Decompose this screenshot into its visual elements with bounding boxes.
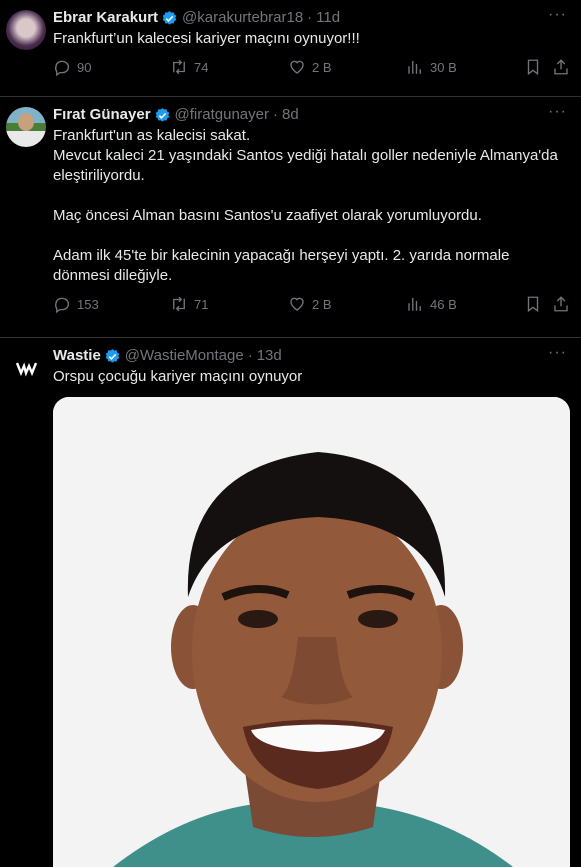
views-count: 46 B [430, 296, 457, 312]
views-count: 30 B [430, 59, 457, 75]
reply-button[interactable]: 153 [53, 295, 99, 313]
like-button[interactable]: 2 B [288, 295, 332, 313]
retweet-icon [173, 296, 185, 312]
retweet-button[interactable]: 74 [170, 58, 208, 76]
reply-button[interactable]: 90 [53, 58, 91, 76]
views-button[interactable]: 30 B [406, 58, 457, 76]
bookmark-icon [527, 296, 539, 313]
verified-badge-icon [155, 107, 169, 122]
action-bar: 153 71 2 B 46 B [53, 286, 568, 324]
bookmark-button[interactable] [524, 295, 542, 313]
more-options-icon[interactable]: ··· [548, 344, 567, 362]
share-button[interactable] [552, 58, 570, 76]
tweet-ebrar[interactable]: Ebrar Karakurt @karakurtebrar18 · 11d ··… [0, 0, 581, 97]
timestamp[interactable]: 8d [282, 105, 299, 125]
bookmark-icon [527, 59, 539, 76]
verified-badge-icon [105, 348, 120, 363]
more-options-icon[interactable]: ··· [548, 6, 567, 24]
dot-separator: · [272, 106, 278, 123]
author-name[interactable]: Ebrar Karakurt [53, 8, 158, 28]
retweet-count: 74 [194, 59, 209, 75]
share-icon [554, 59, 568, 75]
dot-separator: · [247, 347, 253, 364]
like-count: 2 B [312, 59, 332, 75]
author-name[interactable]: Fırat Günayer [53, 105, 151, 125]
author-handle[interactable]: @karakurtebrar18 [182, 8, 303, 28]
timestamp[interactable]: 11d [316, 8, 340, 28]
player-portrait-image [53, 397, 570, 867]
tweet-photo[interactable] [53, 397, 570, 867]
avatar[interactable] [6, 107, 46, 147]
tweet-text: Frankfurt'un as kalecisi sakat. Mevcut k… [53, 127, 558, 284]
views-icon [408, 298, 421, 311]
heart-icon [290, 297, 304, 311]
tweet-text: Frankfurt’un kalecesi kariyer maçını oyn… [53, 30, 360, 47]
reply-icon [55, 60, 70, 76]
tweet-text: Orspu çocuğu kariyer maçını oynuyor [53, 368, 303, 385]
retweet-button[interactable]: 71 [170, 295, 208, 313]
avatar[interactable] [6, 348, 46, 388]
tweet-firat[interactable]: Fırat Günayer @firatgunayer · 8d ··· Fra… [0, 97, 581, 338]
retweet-count: 71 [194, 296, 209, 312]
author-name[interactable]: Wastie [53, 346, 101, 366]
like-button[interactable]: 2 B [288, 58, 332, 76]
views-icon [408, 61, 421, 74]
avatar[interactable] [6, 10, 46, 50]
author-handle[interactable]: @firatgunayer [175, 105, 269, 125]
more-options-icon[interactable]: ··· [548, 103, 567, 121]
tweet-wastie[interactable]: Wastie @WastieMontage · 13d ··· Orspu ço… [0, 338, 581, 867]
action-bar: 90 74 2 B 30 B [53, 49, 568, 87]
views-button[interactable]: 46 B [406, 295, 457, 313]
reply-count: 153 [77, 296, 99, 312]
wastie-logo-icon [15, 362, 38, 377]
share-icon [554, 296, 568, 312]
verified-badge-icon [162, 10, 177, 25]
dot-separator: · [307, 9, 313, 26]
retweet-icon [173, 59, 185, 75]
reply-count: 90 [77, 59, 92, 75]
reply-icon [55, 297, 70, 313]
heart-icon [290, 60, 304, 74]
like-count: 2 B [312, 296, 332, 312]
share-button[interactable] [552, 295, 570, 313]
bookmark-button[interactable] [524, 58, 542, 76]
author-handle[interactable]: @WastieMontage [125, 346, 244, 366]
timestamp[interactable]: 13d [257, 346, 282, 366]
